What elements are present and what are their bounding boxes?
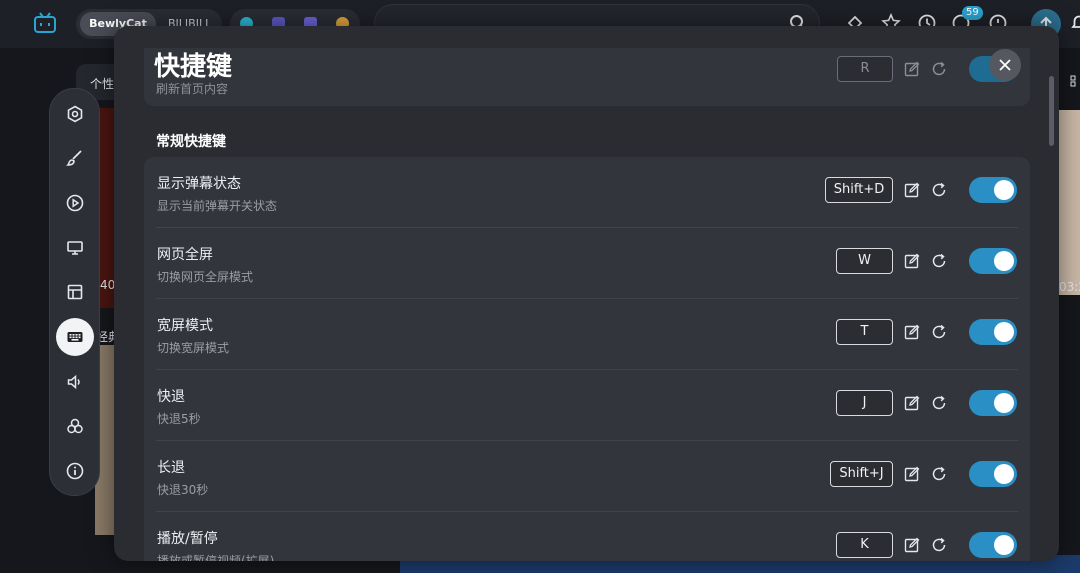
edit-icon[interactable] [904,182,920,198]
reset-icon[interactable] [931,324,947,340]
keyboard-icon [67,332,83,342]
shortcut-desc: 快退5秒 [157,412,201,426]
shortcuts-dialog: 刷新首页内容 R 快捷键 常规快捷键 显示弹幕状态 显示当前弹幕开关状态 Shi… [114,26,1059,561]
play-circle-icon [66,194,84,212]
shortcut-title: 长退 [157,460,185,476]
shortcut-toggle[interactable] [969,532,1017,558]
gear-icon [67,105,83,123]
shortcut-toggle[interactable] [969,319,1017,345]
close-icon [999,59,1011,71]
shortcut-desc: 切换宽屏模式 [157,341,230,355]
shortcut-row: 播放/暂停 播放或暂停视频(扩展) K [144,512,1030,561]
layout-icon [67,284,83,300]
shortcut-toggle[interactable] [969,390,1017,416]
sidebar-item-about[interactable] [56,452,94,490]
monitor-icon [67,241,83,255]
edit-icon[interactable] [904,395,920,411]
shortcut-title: 快退 [157,389,185,405]
edit-icon[interactable] [904,537,920,553]
toggle-knob [994,180,1014,200]
shortcut-toggle[interactable] [969,177,1017,203]
grid-view-icon[interactable] [1070,74,1080,88]
background-tab-label[interactable]: 个性 [90,75,114,92]
shortcut-desc: 显示当前弹幕开关状态 [157,199,278,213]
shortcut-key-button[interactable]: Shift+J [830,461,893,487]
shortcut-key-button[interactable]: W [836,248,893,274]
reset-icon[interactable] [931,395,947,411]
sidebar-item-general[interactable] [56,95,94,133]
sidebar-item-keyboard[interactable] [56,318,94,356]
reset-icon[interactable] [931,61,947,77]
sidebar-item-compatibility[interactable] [56,407,94,445]
background-video-card-right[interactable] [1057,110,1080,295]
reset-icon[interactable] [931,253,947,269]
edit-icon[interactable] [904,466,920,482]
sidebar-item-desktop[interactable] [56,229,94,267]
shortcut-row: 网页全屏 切换网页全屏模式 W [144,228,1030,299]
shortcut-key-button[interactable]: J [836,390,893,416]
shortcut-row-refresh: 刷新首页内容 R [144,48,1030,106]
bell-icon[interactable] [1069,13,1080,33]
background-card-text-1: 40 [100,278,116,292]
speaker-icon [67,374,80,390]
reset-icon[interactable] [931,182,947,198]
shortcut-title: 显示弹幕状态 [157,176,241,192]
shortcut-toggle[interactable] [969,248,1017,274]
sidebar-item-sound[interactable] [56,363,94,401]
sidebar-item-appearance[interactable] [56,139,94,177]
shortcut-row: 宽屏模式 切换宽屏模式 T [144,299,1030,370]
shortcut-title: 网页全屏 [157,247,213,263]
edit-icon[interactable] [904,324,920,340]
shortcut-row: 快退 快退5秒 J [144,370,1030,441]
toggle-knob [994,322,1014,342]
edit-icon[interactable] [904,253,920,269]
edit-icon[interactable] [904,61,920,77]
notification-badge: 59 [962,6,983,20]
toggle-knob [994,535,1014,555]
toggle-knob [994,393,1014,413]
scrollbar-thumb[interactable] [1049,76,1054,146]
info-icon [66,462,84,480]
shortcut-row: 显示弹幕状态 显示当前弹幕开关状态 Shift+D [144,157,1030,228]
sidebar-item-player[interactable] [56,184,94,222]
shortcut-desc: 快退30秒 [157,483,209,497]
close-button[interactable] [989,49,1021,81]
section-title: 常规快捷键 [156,134,226,150]
background-card-text-3: 03:2 [1059,280,1080,294]
sidebar-item-layout[interactable] [56,273,94,311]
toggle-knob [994,464,1014,484]
shortcut-desc: 播放或暂停视频(扩展) [157,554,275,561]
shortcut-row: 长退 快退30秒 Shift+J [144,441,1030,512]
shortcut-desc: 切换网页全屏模式 [157,270,254,284]
brush-icon [66,150,82,166]
shortcut-toggle[interactable] [969,461,1017,487]
circles-icon [67,418,83,434]
reset-icon[interactable] [931,466,947,482]
shortcut-title: 播放/暂停 [157,531,218,547]
shortcut-key-button[interactable]: T [836,319,893,345]
dialog-title: 快捷键 [154,52,233,82]
bilibili-logo-icon[interactable] [33,12,57,34]
toggle-knob [994,251,1014,271]
shortcut-key-button[interactable]: Shift+D [825,177,893,203]
shortcut-key-button[interactable]: K [836,532,893,558]
shortcut-title: 宽屏模式 [157,318,213,334]
reset-icon[interactable] [931,537,947,553]
shortcut-list: 显示弹幕状态 显示当前弹幕开关状态 Shift+D 网页全屏 切换网页全屏模式 … [144,157,1030,561]
settings-sidebar [49,88,100,496]
shortcut-key-button[interactable]: R [837,56,893,82]
